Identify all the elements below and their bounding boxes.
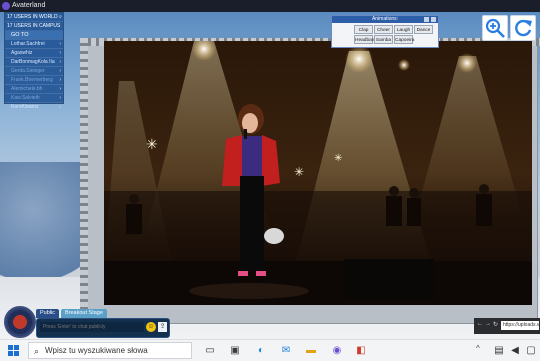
powerpoint-icon[interactable]: ◧ <box>354 344 368 357</box>
users-campus-label: 17 USERS IN CAMPUS <box>7 23 61 29</box>
user-list-item[interactable]: Lothar.Sachfrei › <box>5 39 63 48</box>
network-icon[interactable]: ▤ <box>492 344 506 357</box>
tab-public[interactable]: Public <box>36 309 59 318</box>
user-name: KoroKiswinz <box>11 104 39 110</box>
search-icon[interactable]: ⌕ <box>59 14 62 20</box>
minimize-icon[interactable] <box>424 17 429 22</box>
app-avaterland-icon[interactable]: ◉ <box>330 344 344 357</box>
store-icon[interactable]: ▣ <box>228 344 242 357</box>
animation-button-headbang[interactable]: Headbang <box>354 35 377 44</box>
user-list-item[interactable]: DarBonmagKola IIa › <box>5 57 63 66</box>
users-world-label: 17 USERS IN WORLD <box>7 14 58 20</box>
app-icon <box>2 2 10 10</box>
user-list-item[interactable]: KoroKiswinz › <box>5 102 63 111</box>
forward-button[interactable]: → <box>485 321 491 327</box>
chevron-right-icon: › <box>59 41 61 47</box>
user-list-item[interactable]: Agaswhiz › <box>5 48 63 57</box>
task-view-icon[interactable]: ▭ <box>203 344 217 357</box>
chat-tabs: Public Breakout Stage <box>36 309 107 318</box>
animation-button-cheer[interactable]: Cheer <box>374 25 393 34</box>
upload-button[interactable]: ⇪ <box>158 322 167 332</box>
search-icon: ⌕ <box>34 346 40 356</box>
users-world-header[interactable]: 17 USERS IN WORLD ⌕ <box>5 13 63 22</box>
taskbar-search[interactable]: ⌕ Wpisz tu wyszukiwane słowa <box>28 342 192 359</box>
users-campus-header[interactable]: 17 USERS IN CAMPUS <box>5 22 63 31</box>
user-name: Lothar.Sachfrei <box>11 41 45 47</box>
user-list-item[interactable]: Gerda.Sieinger › <box>5 66 63 75</box>
svg-text:✳: ✳ <box>146 137 158 153</box>
tray-chevron[interactable]: ^ <box>476 344 480 353</box>
animation-button-clap[interactable]: Clap <box>354 25 373 34</box>
address-bar[interactable]: https://uploads.v... <box>501 321 539 330</box>
animation-button-samba[interactable]: Samba <box>374 35 393 44</box>
user-name: Frank.Boemerberg <box>11 77 53 83</box>
animation-button-capoeira[interactable]: Capoeira <box>394 35 414 44</box>
notification-icon[interactable]: ▢ <box>524 344 538 357</box>
reload-button[interactable]: ↻ <box>493 321 498 328</box>
window-titlebar: Avaterland <box>0 0 540 12</box>
chevron-right-icon: › <box>59 50 61 56</box>
chevron-right-icon: › <box>59 95 61 101</box>
mail-icon[interactable]: ✉ <box>279 344 293 357</box>
animations-panel: Animations: Clap Cheer Laugh Dance Headbang S… <box>331 15 439 48</box>
user-name: Alemichele.bh <box>11 86 43 92</box>
svg-text:✳: ✳ <box>294 165 304 179</box>
animations-header: Animations: <box>332 16 438 23</box>
chevron-right-icon: › <box>59 104 61 110</box>
back-button[interactable]: ← <box>477 321 483 327</box>
taskbar-search-placeholder: Wpisz tu wyszukiwane słowa <box>45 346 148 355</box>
volume-icon[interactable]: ◀ <box>508 344 522 357</box>
users-in-world-panel: 17 USERS IN WORLD ⌕ 17 USERS IN CAMPUS G… <box>4 12 64 110</box>
animation-button-dance[interactable]: Dance <box>414 25 433 34</box>
window-title: Avaterland <box>12 2 46 9</box>
close-icon[interactable] <box>431 17 436 22</box>
zoom-in-button[interactable] <box>482 15 508 41</box>
file-explorer-icon[interactable]: ▬ <box>304 344 318 357</box>
user-name: Kaw.Salvieth <box>11 95 40 101</box>
user-list-item[interactable]: Kaw.Salvieth › <box>5 93 63 102</box>
avatar-menu-button[interactable] <box>4 306 36 338</box>
animation-button-laugh[interactable]: Laugh <box>394 25 413 34</box>
user-name: Agaswhiz <box>11 50 33 56</box>
chevron-right-icon: › <box>59 68 61 74</box>
chevron-right-icon: › <box>59 77 61 83</box>
user-list-item[interactable]: Alemichele.bh › <box>5 84 63 93</box>
refresh-button[interactable] <box>510 15 536 41</box>
chevron-right-icon: › <box>59 86 61 92</box>
taskbar: ⌕ Wpisz tu wyszukiwane słowa ▭ ▣ ◐ ✉ ▬ ◉… <box>0 339 540 361</box>
tab-breakout-stage[interactable]: Breakout Stage <box>60 309 107 318</box>
smiley-icon: ☺ <box>147 323 155 330</box>
zoom-in-icon <box>485 18 505 38</box>
edge-icon[interactable]: ◐ <box>254 344 268 357</box>
chat-input[interactable] <box>40 322 144 332</box>
animations-title: Animations: <box>371 16 399 22</box>
upload-icon: ⇪ <box>159 323 166 330</box>
animation-buttons: Clap Cheer Laugh Dance Headbang Samba Capoeira <box>332 23 436 44</box>
stage-truss-left <box>80 38 88 318</box>
chevron-right-icon: › <box>59 59 61 65</box>
user-list: Lothar.Sachfrei › Agaswhiz › DarBonmagKola I… <box>5 39 63 111</box>
concert-video-frame: ✳ ✳ ✳ <box>104 41 532 305</box>
browser-toolbar: ← → ↻ https://uploads.v... <box>474 318 540 334</box>
user-name: Gerda.Sieinger <box>11 68 45 74</box>
user-name: DarBonmagKola IIa <box>11 59 55 65</box>
stage-video-screen[interactable]: ✳ ✳ ✳ <box>104 41 532 305</box>
emoji-button[interactable]: ☺ <box>146 322 156 332</box>
refresh-icon <box>515 19 532 37</box>
svg-text:✳: ✳ <box>334 153 342 164</box>
user-list-item[interactable]: Frank.Boemerberg › <box>5 75 63 84</box>
start-button[interactable] <box>8 345 20 357</box>
goto-button[interactable]: GO TO <box>5 31 63 39</box>
